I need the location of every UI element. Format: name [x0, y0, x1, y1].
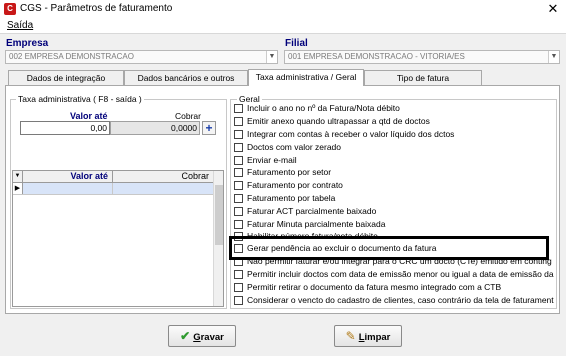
checkbox[interactable] — [234, 117, 243, 126]
taxa-grid[interactable]: ▼ Valor até Cobrar ▶ — [12, 170, 224, 307]
gravar-label: ravar — [200, 332, 224, 343]
table-row[interactable]: ▶ — [13, 183, 213, 195]
taxa-legend: Taxa administrativa ( F8 - saída ) — [16, 94, 144, 104]
cobrar-input[interactable]: 0,0000 — [110, 121, 200, 135]
filial-label: Filial — [285, 38, 308, 49]
scrollbar-thumb[interactable] — [215, 185, 223, 245]
checkbox-label: Emitir anexo quando ultrapassar a qtd de… — [247, 116, 430, 126]
checkbox-option-4[interactable]: Enviar e-mail — [234, 155, 554, 166]
checkbox-label: Enviar e-mail — [247, 155, 297, 165]
checkbox[interactable] — [234, 296, 243, 305]
checkbox[interactable] — [234, 130, 243, 139]
grid-header-valor-ate: Valor até — [23, 171, 113, 182]
empresa-label: Empresa — [6, 38, 49, 49]
checkbox-option-0[interactable]: Incluir o ano no nº da Fatura/Nota débit… — [234, 103, 554, 114]
checkbox[interactable] — [234, 283, 243, 292]
checkbox-label: Faturamento por tabela — [247, 193, 336, 203]
add-icon[interactable]: + — [202, 121, 216, 135]
empresa-combo[interactable]: 002 EMPRESA DEMONSTRACAO ▼ — [5, 50, 278, 64]
limpar-button[interactable]: ✎ Limpar — [334, 325, 402, 347]
checkbox-option-7[interactable]: Faturamento por tabela — [234, 193, 554, 204]
grid-cell-cobrar[interactable] — [113, 183, 213, 194]
close-icon[interactable]: ✕ — [540, 0, 566, 18]
tab-taxa-administrativa-geral[interactable]: Taxa administrativa / Geral — [248, 69, 364, 86]
checkbox-option-5[interactable]: Faturamento por setor — [234, 167, 554, 178]
grid-header: ▼ Valor até Cobrar — [13, 171, 213, 183]
checkbox-option-9[interactable]: Faturar Minuta parcialmente baixada — [234, 219, 554, 230]
checkbox[interactable] — [234, 220, 243, 229]
tab-dados-bancarios[interactable]: Dados bancários e outros — [124, 70, 248, 85]
tab-dados-integracao[interactable]: Dados de integração — [8, 70, 124, 85]
checkbox-option-8[interactable]: Faturar ACT parcialmente baixado — [234, 206, 554, 217]
filial-value: 001 EMPRESA DEMONSTRACAO - VITORIA/ES — [288, 52, 465, 61]
checkbox-option-2[interactable]: Integrar com contas à receber o valor lí… — [234, 129, 554, 140]
checkbox-option-1[interactable]: Emitir anexo quando ultrapassar a qtd de… — [234, 116, 554, 127]
window-title: CGS - Parâmetros de faturamento — [20, 3, 173, 14]
checkbox[interactable] — [234, 104, 243, 113]
checkbox[interactable] — [234, 207, 243, 216]
chevron-down-icon[interactable]: ▼ — [548, 51, 559, 63]
title-bar: C CGS - Parâmetros de faturamento ✕ — [0, 0, 566, 18]
limpar-label: impar — [364, 332, 391, 343]
checkbox-label: Permitir retirar o documento da fatura m… — [247, 282, 502, 292]
checkbox-option-3[interactable]: Doctos com valor zerado — [234, 142, 554, 153]
eraser-icon: ✎ — [345, 329, 356, 343]
checkbox-label: Permitir incluir doctos com data de emis… — [247, 269, 554, 279]
checkbox[interactable] — [234, 270, 243, 279]
grid-header-cobrar: Cobrar — [181, 171, 209, 181]
grid-cell-valor-ate[interactable] — [23, 183, 113, 194]
filial-combo[interactable]: 001 EMPRESA DEMONSTRACAO - VITORIA/ES ▼ — [284, 50, 560, 64]
checkbox-option-6[interactable]: Faturamento por contrato — [234, 180, 554, 191]
check-icon: ✔ — [180, 329, 191, 343]
checkbox[interactable] — [234, 143, 243, 152]
tab-tipo-fatura[interactable]: Tipo de fatura — [364, 70, 482, 85]
checkbox-option-15[interactable]: Considerar o vencto do cadastro de clien… — [234, 295, 554, 306]
checkbox[interactable] — [234, 181, 243, 190]
checkbox-label: Integrar com contas à receber o valor lí… — [247, 129, 455, 139]
checkbox-label: Faturamento por setor — [247, 167, 332, 177]
checkbox-label: Faturar ACT parcialmente baixado — [247, 206, 377, 216]
checkbox-option-13[interactable]: Permitir incluir doctos com data de emis… — [234, 269, 554, 280]
checkbox[interactable] — [234, 168, 243, 177]
checkbox[interactable] — [234, 194, 243, 203]
gravar-button[interactable]: ✔ Gravar — [168, 325, 236, 347]
grid-scrollbar[interactable] — [213, 171, 223, 306]
checkbox-label: Doctos com valor zerado — [247, 142, 342, 152]
highlight-box — [229, 236, 549, 260]
checkbox-label: Considerar o vencto do cadastro de clien… — [247, 295, 554, 305]
cobrar-label: Cobrar — [175, 111, 201, 121]
app-icon: C — [4, 3, 16, 15]
chevron-down-icon[interactable]: ▼ — [266, 51, 277, 63]
checkbox-option-14[interactable]: Permitir retirar o documento da fatura m… — [234, 282, 554, 293]
row-pointer-icon: ▶ — [13, 183, 23, 194]
checkbox[interactable] — [234, 156, 243, 165]
checkbox-label: Faturamento por contrato — [247, 180, 343, 190]
checkbox-label: Faturar Minuta parcialmente baixada — [247, 219, 386, 229]
checkbox-label: Incluir o ano no nº da Fatura/Nota débit… — [247, 103, 400, 113]
valor-ate-input[interactable]: 0,00 — [20, 121, 110, 135]
gravar-mnemonic: G — [193, 332, 201, 343]
menu-item-saida[interactable]: Saída — [5, 20, 35, 32]
grid-indicator-icon: ▼ — [13, 171, 23, 182]
empresa-value: 002 EMPRESA DEMONSTRACAO — [9, 52, 134, 61]
menu-bar: Saída — [0, 18, 566, 34]
